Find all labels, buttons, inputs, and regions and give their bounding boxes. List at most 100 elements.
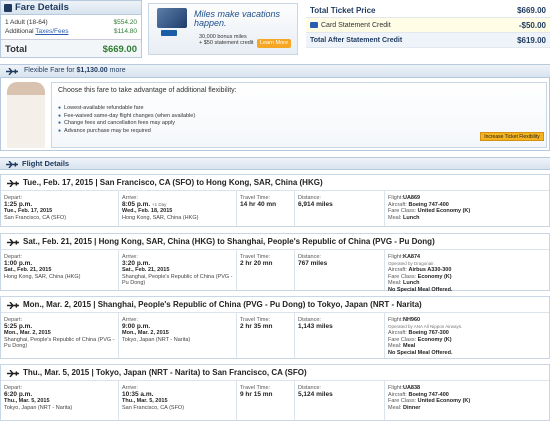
fare-details-header: Fare Details bbox=[1, 1, 141, 15]
depart-column: Depart: 6:20 p.m. Thu., Mar. 5, 2015 Tokyo,… bbox=[1, 381, 119, 420]
flight-info-column: Flight:UA838 Aircraft: Boeing 747-400 Fare… bbox=[385, 381, 549, 420]
meal-value: Lunch bbox=[402, 280, 420, 286]
airplane-icon bbox=[7, 180, 19, 187]
flex-benefits-list: Lowest-available refundable fare Fee-wai… bbox=[58, 105, 195, 135]
distance-value: 5,124 miles bbox=[298, 390, 333, 398]
ad-bonus-text: 30,000 bonus miles + $50 statement credi… bbox=[199, 34, 254, 46]
after-credit-value: $619.00 bbox=[517, 35, 546, 45]
flex-amount: $1,130.00 bbox=[76, 67, 108, 74]
ticket-totals-panel: Total Ticket Price $669.00 Card Statemen… bbox=[306, 3, 550, 53]
distance-column: Distance: 5,124 miles bbox=[295, 381, 385, 420]
fare-class-label: Fare Class: bbox=[388, 336, 417, 343]
fare-class-value: United Economy (K) bbox=[417, 208, 471, 214]
fare-taxes-value: $114.80 bbox=[113, 28, 137, 35]
flight-info-column: Flight:KA874 Operated by Dragonair. Aircra… bbox=[385, 250, 549, 293]
credit-card-icon bbox=[310, 21, 318, 28]
distance-value: 6,914 miles bbox=[298, 200, 333, 208]
segment-title: Mon., Mar. 2, 2015 | Shanghai, People's … bbox=[1, 297, 549, 313]
ad-bonus-line2: + $50 statement credit bbox=[199, 40, 254, 46]
fare-adult-label: 1 Adult (18-64) bbox=[5, 19, 48, 26]
flight-segment: Thu., Mar. 5, 2015 | Tokyo, Japan (NRT -… bbox=[0, 364, 550, 421]
arrive-place: San Francisco, CA (SFO) bbox=[122, 404, 185, 411]
special-meal-note: No Special Meal Offered. bbox=[388, 286, 453, 293]
arrive-column: Arrive: 9:00 p.m. Mon., Mar. 2, 2015 Tokyo… bbox=[119, 313, 237, 358]
meal-value: Meal bbox=[402, 343, 416, 349]
aircraft-label: Aircraft: bbox=[388, 267, 407, 273]
meal-label: Meal: bbox=[388, 214, 402, 221]
arrive-column: Arrive: 8:05 p.m. +1 Day Wed., Feb. 18, 20… bbox=[119, 191, 237, 226]
meal-label: Meal: bbox=[388, 280, 402, 286]
meal-label: Meal: bbox=[388, 343, 402, 349]
taxes-fees-link[interactable]: Taxes/Fees bbox=[35, 28, 68, 35]
segment-title: Thu., Mar. 5, 2015 | Tokyo, Japan (NRT -… bbox=[1, 365, 549, 381]
arrive-time: 3:20 p.m. bbox=[122, 259, 151, 267]
segment-title: Tue., Feb. 17, 2015 | San Francisco, CA … bbox=[1, 175, 549, 191]
flight-info-column: Flight:NH960 Operated by ANA All Nippon A… bbox=[385, 313, 549, 358]
distance-value: 1,143 miles bbox=[298, 322, 333, 330]
distance-column: Distance: 6,914 miles bbox=[295, 191, 385, 226]
airplane-icon bbox=[7, 302, 19, 309]
segment-title-text: Thu., Mar. 5, 2015 | Tokyo, Japan (NRT -… bbox=[23, 368, 307, 377]
meal-value: Dinner bbox=[402, 404, 421, 411]
fare-class-value: Economy (K) bbox=[417, 273, 452, 280]
fare-class-label: Fare Class: bbox=[388, 208, 417, 214]
meal-value: Lunch bbox=[402, 214, 420, 221]
flight-number: NH960 bbox=[402, 317, 421, 323]
flight-segment: Sat., Feb. 21, 2015 | Hong Kong, SAR, Ch… bbox=[0, 233, 550, 293]
after-credit-label: Total After Statement Credit bbox=[310, 36, 403, 44]
depart-place: Tokyo, Japan (NRT - Narita) bbox=[4, 404, 73, 411]
travel-time-value: 2 hr 20 mn bbox=[240, 259, 273, 267]
fare-total-label: Total bbox=[5, 44, 27, 55]
flex-choose-text: Choose this fare to take advantage of ad… bbox=[58, 87, 237, 94]
arrive-column: Arrive: 10:35 a.m. Thu., Mar. 5, 2015 San … bbox=[119, 381, 237, 420]
card-credit-value: -$50.00 bbox=[518, 20, 546, 30]
depart-place: Hong Kong, SAR, China (HKG) bbox=[4, 273, 81, 280]
flexible-fare-content: Choose this fare to take advantage of ad… bbox=[0, 78, 550, 151]
learn-more-button[interactable]: Learn More bbox=[257, 39, 291, 48]
flight-label: Flight: bbox=[388, 195, 403, 201]
bank-logo bbox=[161, 30, 177, 36]
meal-label: Meal: bbox=[388, 404, 402, 411]
segment-title-text: Mon., Mar. 2, 2015 | Shanghai, People's … bbox=[23, 300, 422, 309]
flight-segment: Mon., Mar. 2, 2015 | Shanghai, People's … bbox=[0, 296, 550, 359]
list-item: Fee-waived same-day flight changes (when… bbox=[58, 113, 195, 121]
arrive-place: Tokyo, Japan (NRT - Narita) bbox=[122, 336, 191, 343]
arrive-time: 8:05 p.m. bbox=[122, 200, 151, 208]
aircraft-value: Boeing 747-400 bbox=[408, 391, 449, 398]
flight-info-column: Flight:UA869 Aircraft: Boeing 747-400 Fare… bbox=[385, 191, 549, 226]
travel-time-value: 9 hr 15 mn bbox=[240, 390, 273, 398]
distance-column: Distance: 767 miles bbox=[295, 250, 385, 290]
list-item: Advance purchase may be required bbox=[58, 128, 195, 136]
arrive-time: 10:35 a.m. bbox=[122, 390, 154, 398]
arrive-day-note: +1 Day bbox=[152, 201, 167, 207]
credit-card-image bbox=[157, 8, 187, 28]
aircraft-value: Boeing 767-300 bbox=[408, 330, 449, 336]
depart-column: Depart: 1:25 p.m. Tue., Feb. 17, 2015 San F… bbox=[1, 191, 119, 226]
after-credit-row: Total After Statement Credit $619.00 bbox=[306, 33, 550, 48]
flex-options-panel: Choose this fare to take advantage of ad… bbox=[51, 82, 547, 148]
flight-details-header: Flight Details bbox=[0, 157, 550, 170]
flexible-fare-bar[interactable]: Flexible Fare for $1,130.00 more bbox=[0, 64, 550, 78]
airplane-icon bbox=[7, 239, 19, 246]
distance-value: 767 miles bbox=[298, 259, 328, 267]
flight-number: UA869 bbox=[402, 195, 421, 201]
fare-class-label: Fare Class: bbox=[388, 273, 417, 280]
special-meal-note: No Special Meal Offered. bbox=[388, 349, 453, 356]
aircraft-label: Aircraft: bbox=[388, 391, 407, 398]
fare-class-value: United Economy (K) bbox=[417, 398, 471, 404]
traveler-image bbox=[7, 82, 45, 148]
aircraft-value: Boeing 747-400 bbox=[408, 201, 449, 208]
fare-total-row: Total $669.00 bbox=[1, 39, 141, 57]
card-credit-label: Card Statement Credit bbox=[321, 21, 391, 29]
travel-time-value: 2 hr 35 mn bbox=[240, 322, 273, 330]
increase-flexibility-button[interactable]: Increase Ticket Flexibility bbox=[480, 132, 544, 141]
list-item: Change fees and cancellation fees may ap… bbox=[58, 120, 195, 128]
list-item: Lowest-available refundable fare bbox=[58, 105, 195, 113]
arrive-time: 9:00 p.m. bbox=[122, 322, 151, 330]
flight-number: UA838 bbox=[402, 385, 421, 391]
arrive-place: Shanghai, People's Republic of China (PV… bbox=[122, 273, 233, 287]
flight-label: Flight: bbox=[388, 385, 403, 391]
fare-adult-value: $554.20 bbox=[113, 19, 138, 26]
flex-prefix: Flexible Fare for bbox=[24, 67, 75, 74]
credit-card-ad[interactable]: Miles make vacations happen. 30,000 bonu… bbox=[148, 3, 298, 55]
